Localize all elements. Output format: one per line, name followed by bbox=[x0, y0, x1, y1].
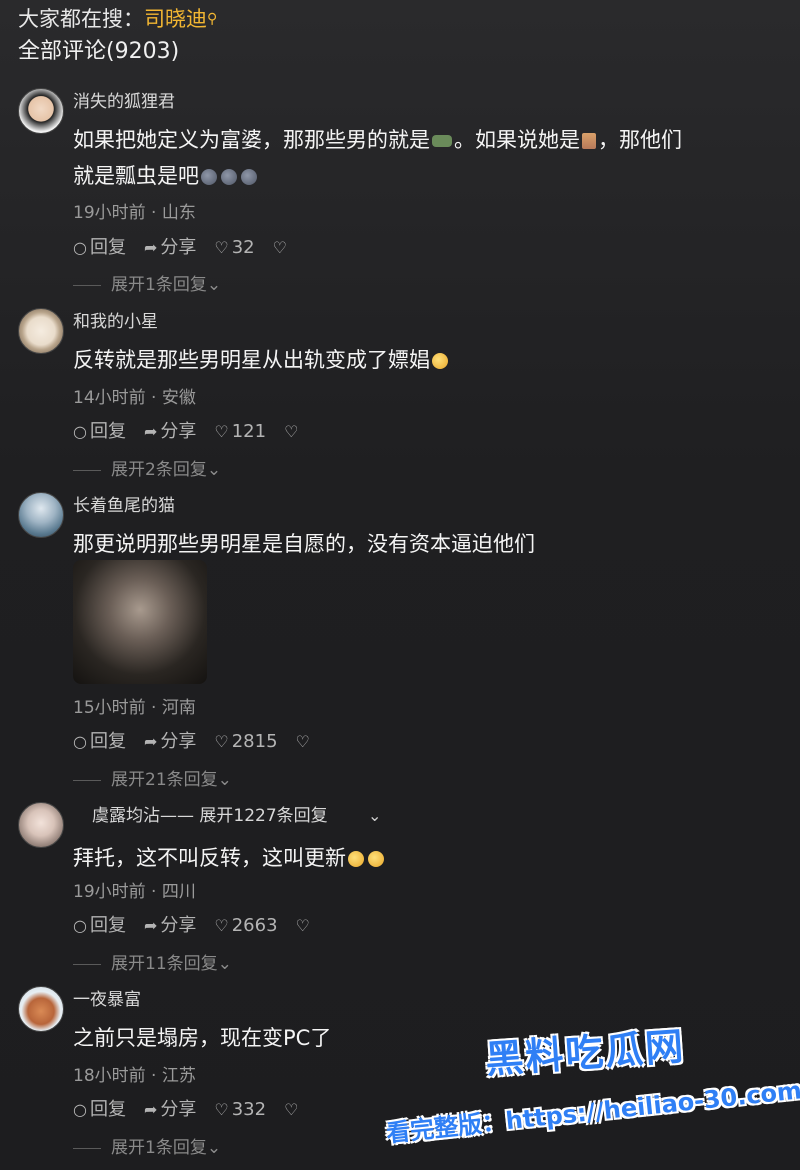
like-button[interactable]: ♡ 121 bbox=[214, 420, 266, 444]
username[interactable]: 长着鱼尾的猫 bbox=[73, 494, 175, 518]
broken-heart-icon: ♡ bbox=[272, 238, 287, 257]
comment-meta: 19小时前 · 山东 bbox=[73, 203, 196, 223]
broken-heart-icon: ♡ bbox=[295, 916, 310, 935]
trending-keyword[interactable]: 司晓迪 bbox=[144, 7, 207, 31]
heart-icon: ♡ bbox=[214, 422, 229, 441]
reply-button[interactable]: ○ 回复 bbox=[73, 914, 126, 938]
comment-actions: ○ 回复 ➦ 分享 ♡ 121 ♡ bbox=[73, 420, 319, 444]
comment-count-title: 全部评论(9203) bbox=[18, 39, 180, 64]
reply-icon: ○ bbox=[73, 1100, 87, 1119]
share-icon: ➦ bbox=[143, 238, 158, 257]
avatar[interactable] bbox=[18, 88, 64, 134]
divider bbox=[73, 779, 101, 781]
comment-text: 反转就是那些男明星从出轨变成了嫖娼 bbox=[73, 342, 786, 378]
divider bbox=[73, 284, 101, 286]
expand-replies[interactable]: 展开2条回复 ⌄ bbox=[73, 458, 221, 482]
emoji-icon bbox=[432, 353, 448, 369]
comment-image[interactable] bbox=[73, 560, 207, 684]
heart-icon: ♡ bbox=[214, 238, 229, 257]
share-button[interactable]: ➦ 分享 bbox=[144, 914, 196, 938]
reply-icon: ○ bbox=[73, 916, 87, 935]
reply-button[interactable]: ○ 回复 bbox=[73, 236, 126, 260]
expand-replies[interactable]: 展开1条回复 ⌄ bbox=[73, 1136, 221, 1160]
reply-button[interactable]: ○ 回复 bbox=[73, 1098, 126, 1122]
avatar[interactable] bbox=[18, 492, 64, 538]
emoji-icon bbox=[348, 851, 364, 867]
reply-icon: ○ bbox=[73, 422, 87, 441]
expand-replies[interactable]: 展开21条回复 ⌄ bbox=[73, 768, 232, 792]
username[interactable]: 一夜暴富 bbox=[73, 988, 141, 1012]
username[interactable]: 和我的小星 bbox=[73, 310, 158, 334]
divider bbox=[73, 963, 101, 965]
share-button[interactable]: ➦ 分享 bbox=[144, 730, 196, 754]
trending-search[interactable]: 大家都在搜：司晓迪⚲ bbox=[18, 4, 217, 34]
expand-replies[interactable]: 展开1条回复 ⌄ bbox=[73, 273, 221, 297]
house-emoji-icon bbox=[582, 133, 596, 149]
emoji-icon bbox=[221, 169, 237, 185]
emoji-icon bbox=[241, 169, 257, 185]
comment-actions: ○ 回复 ➦ 分享 ♡ 32 ♡ bbox=[73, 236, 308, 260]
dislike-button[interactable]: ♡ bbox=[284, 1098, 301, 1122]
comment-text: 拜托，这不叫反转，这叫更新 bbox=[73, 840, 786, 876]
reply-icon: ○ bbox=[73, 238, 87, 257]
dislike-button[interactable]: ♡ bbox=[296, 730, 313, 754]
comment-actions: ○ 回复 ➦ 分享 ♡ 2663 ♡ bbox=[73, 914, 331, 938]
share-icon: ➦ bbox=[143, 732, 158, 751]
username[interactable]: 消失的狐狸君 bbox=[73, 90, 175, 114]
share-icon: ➦ bbox=[143, 422, 158, 441]
dislike-button[interactable]: ♡ bbox=[284, 420, 301, 444]
comment-meta: 19小时前 · 四川 bbox=[73, 882, 196, 902]
chevron-down-icon[interactable]: ⌄ bbox=[368, 806, 381, 825]
trending-prefix: 大家都在搜： bbox=[18, 7, 144, 31]
dislike-button[interactable]: ♡ bbox=[296, 914, 313, 938]
chevron-down-icon: ⌄ bbox=[206, 275, 222, 295]
reply-button[interactable]: ○ 回复 bbox=[73, 730, 126, 754]
chevron-down-icon: ⌄ bbox=[206, 1138, 222, 1158]
expand-replies[interactable]: 展开11条回复 ⌄ bbox=[73, 952, 232, 976]
comment-meta: 14小时前 · 安徽 bbox=[73, 388, 196, 408]
chevron-down-icon: ⌄ bbox=[206, 460, 222, 480]
comment-meta: 15小时前 · 河南 bbox=[73, 698, 196, 718]
like-button[interactable]: ♡ 2663 bbox=[214, 914, 277, 938]
avatar[interactable] bbox=[18, 308, 64, 354]
share-button[interactable]: ➦ 分享 bbox=[144, 1098, 196, 1122]
heart-icon: ♡ bbox=[214, 732, 229, 751]
emoji-icon bbox=[201, 169, 217, 185]
comment-actions: ○ 回复 ➦ 分享 ♡ 2815 ♡ bbox=[73, 730, 331, 754]
avatar[interactable] bbox=[18, 802, 64, 848]
broken-heart-icon: ♡ bbox=[295, 732, 310, 751]
username[interactable]: 虞露均沾—— 展开1227条回复 bbox=[92, 804, 328, 828]
chevron-down-icon: ⌄ bbox=[217, 954, 232, 974]
like-button[interactable]: ♡ 32 bbox=[214, 236, 254, 260]
shoe-emoji-icon bbox=[432, 135, 452, 147]
comment-actions: ○ 回复 ➦ 分享 ♡ 332 ♡ bbox=[73, 1098, 319, 1122]
reply-button[interactable]: ○ 回复 bbox=[73, 420, 126, 444]
avatar[interactable] bbox=[18, 986, 64, 1032]
comment-text: 那更说明那些男明星是自愿的，没有资本逼迫他们 bbox=[73, 532, 535, 556]
divider bbox=[73, 1147, 101, 1149]
comment-text: 如果把她定义为富婆，那那些男的就是 。如果说她是 ，那他们 就是瓢虫是吧 bbox=[73, 128, 682, 188]
divider bbox=[73, 469, 101, 471]
reply-icon: ○ bbox=[73, 732, 87, 751]
dislike-button[interactable]: ♡ bbox=[273, 236, 290, 260]
comment-meta: 18小时前 · 江苏 bbox=[73, 1066, 196, 1086]
chevron-down-icon: ⌄ bbox=[217, 770, 232, 790]
heart-icon: ♡ bbox=[214, 1100, 229, 1119]
emoji-icon bbox=[368, 851, 384, 867]
heart-icon: ♡ bbox=[214, 916, 229, 935]
watermark-text: 看完整版：https://heiliao-30.com bbox=[384, 1076, 800, 1148]
share-button[interactable]: ➦ 分享 bbox=[144, 236, 196, 260]
like-button[interactable]: ♡ 2815 bbox=[214, 730, 277, 754]
share-icon: ➦ bbox=[143, 1100, 158, 1119]
watermark: 黑料吃瓜网 看完整版：https://heiliao-30.com bbox=[385, 1022, 800, 1162]
broken-heart-icon: ♡ bbox=[284, 1100, 299, 1119]
share-button[interactable]: ➦ 分享 bbox=[144, 420, 196, 444]
like-button[interactable]: ♡ 332 bbox=[214, 1098, 266, 1122]
search-icon: ⚲ bbox=[207, 11, 218, 27]
share-icon: ➦ bbox=[143, 916, 158, 935]
broken-heart-icon: ♡ bbox=[284, 422, 299, 441]
watermark-logo: 黑料吃瓜网 bbox=[483, 1024, 687, 1082]
